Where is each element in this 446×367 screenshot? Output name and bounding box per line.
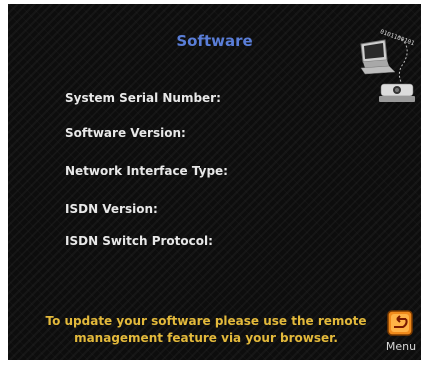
isdn-switch-protocol-label: ISDN Switch Protocol: [65,234,213,248]
software-screen: Software 0101100101 System Serial Number… [8,4,421,360]
back-arrow-icon [387,310,413,336]
network-interface-type-label: Network Interface Type: [65,164,228,178]
system-serial-number-label: System Serial Number: [65,91,221,105]
software-version-label: Software Version: [65,126,186,140]
menu-button-label: Menu [385,340,417,353]
isdn-version-label: ISDN Version: [65,202,158,216]
update-instructions: To update your software please use the r… [26,313,386,347]
computer-camera-icon: 0101100101 [360,28,416,102]
update-instructions-line-2: management feature via your browser. [74,331,338,345]
update-instructions-line-1: To update your software please use the r… [45,314,367,328]
menu-button[interactable]: Menu [384,310,418,356]
